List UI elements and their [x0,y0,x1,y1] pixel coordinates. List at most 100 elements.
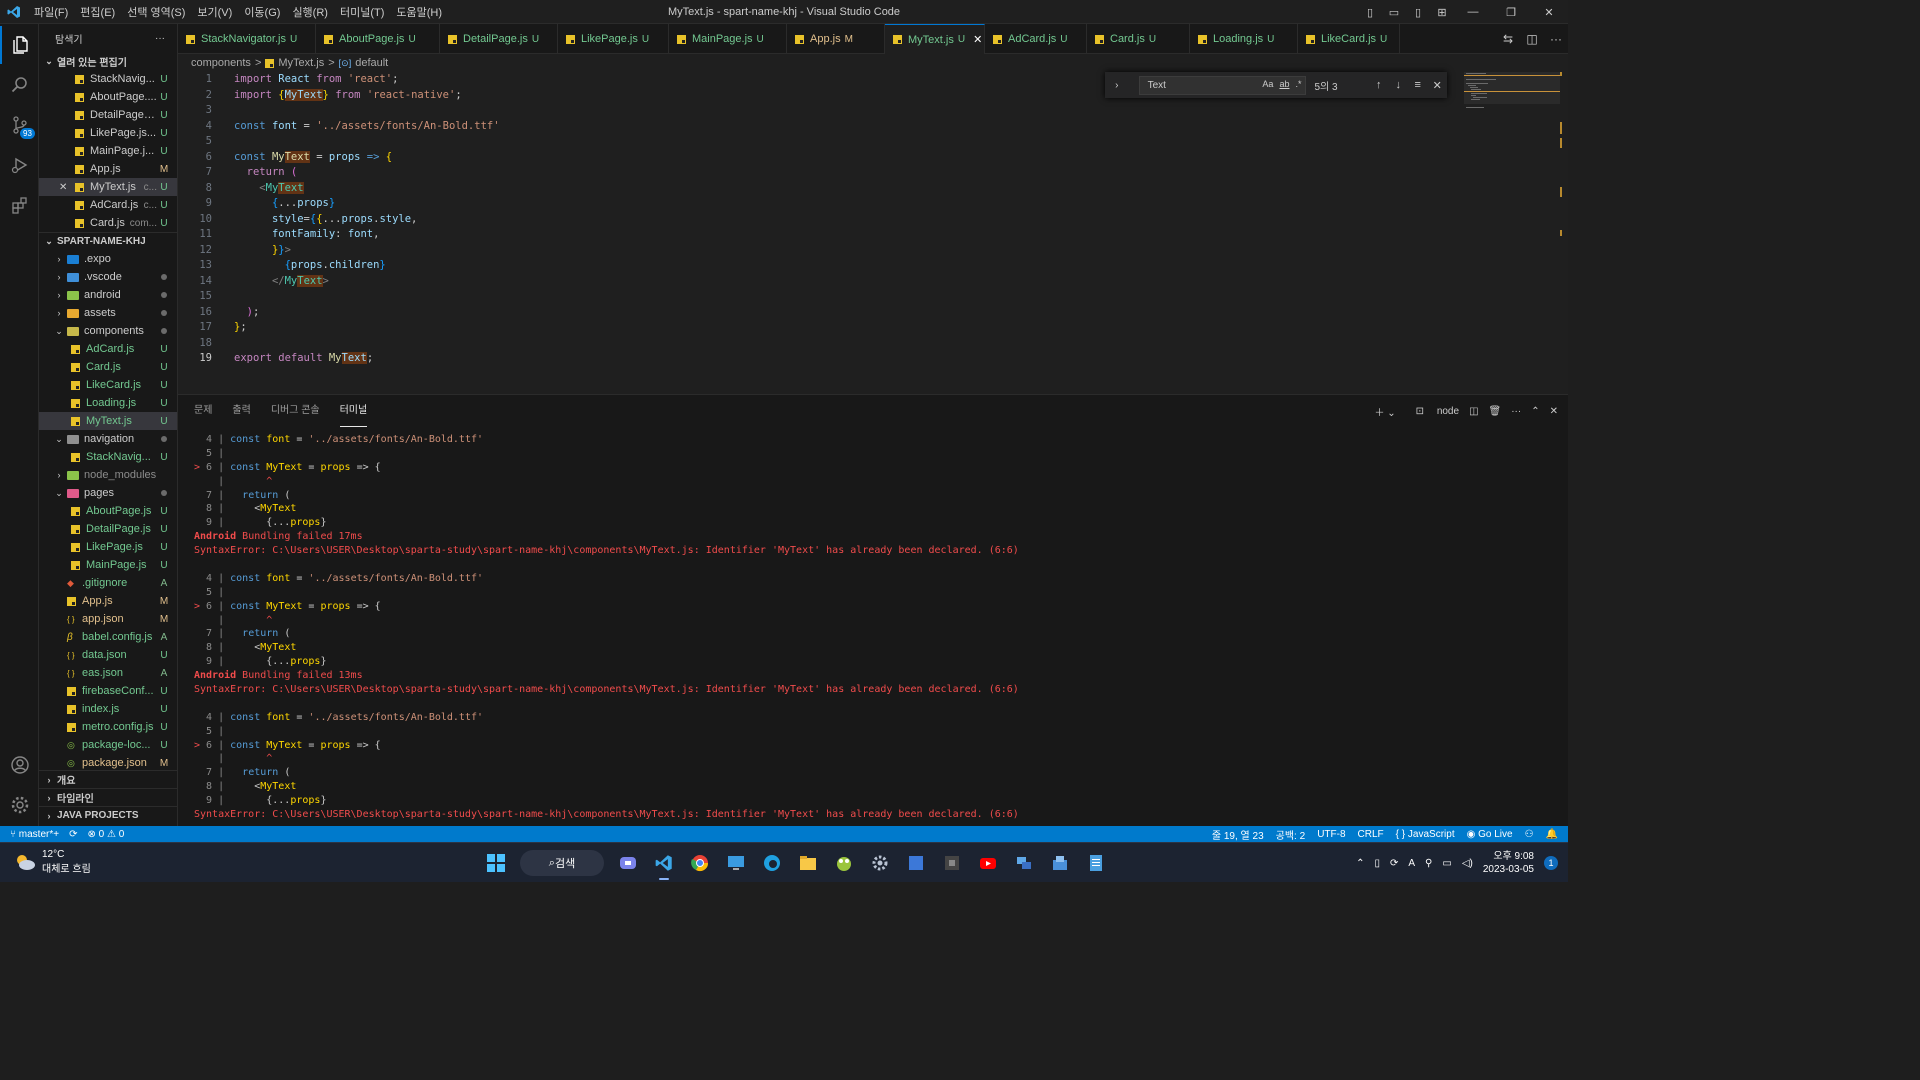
split-editor-icon[interactable]: ◫ [1520,32,1544,46]
app-dark-icon[interactable] [934,843,970,883]
menu-item[interactable]: 보기(V) [191,4,238,20]
open-editor-item[interactable]: DetailPage.j... U [39,106,177,124]
customize-layout-icon[interactable]: ⊞ [1430,0,1454,24]
go-live-button[interactable]: ◉ Go Live [1467,829,1513,840]
open-editor-item[interactable]: AboutPage.... U [39,88,177,106]
accounts-icon[interactable] [0,746,39,784]
menu-item[interactable]: 선택 영역(S) [121,4,191,20]
panel-tab[interactable]: 디버그 콘솔 [271,395,320,427]
panel-tab[interactable]: 출력 [232,395,250,427]
tab-stacknavigator[interactable]: StackNavigator.js U [178,24,316,54]
kill-terminal-trash-icon[interactable]: 🗑 [1489,406,1502,417]
file-item[interactable]: StackNavig... U [39,448,177,466]
tray-display-icon[interactable]: ▭ [1442,858,1451,869]
remote-desktop-icon[interactable] [718,843,754,883]
use-regex-toggle[interactable]: .* [1295,79,1301,89]
cursor-position[interactable]: 줄 19, 열 23 [1212,827,1264,842]
clock[interactable]: 오후 9:08 2023-03-05 [1483,850,1534,876]
open-editor-item[interactable]: StackNavig... U [39,70,177,88]
weather-widget[interactable]: 12°C 대체로 흐림 [14,849,91,875]
folder-item[interactable]: ⌄ navigation [39,430,177,448]
tray-ime-icon[interactable]: A [1408,858,1415,869]
menu-item[interactable]: 이동(G) [238,4,286,20]
sync-icon[interactable]: ⟳ [69,829,77,840]
file-item[interactable]: AdCard.js U [39,340,177,358]
sidebar-section-2[interactable]: › JAVA PROJECTS [39,806,177,824]
close-window-button[interactable]: ✕ [1530,0,1568,24]
app-blue-icon[interactable] [898,843,934,883]
tab-loading[interactable]: Loading.js U [1190,24,1298,54]
teams-chat-icon[interactable] [610,843,646,883]
file-item[interactable]: ◎ package-loc... U [39,736,177,754]
open-editor-item[interactable]: App.js M [39,160,177,178]
panel-tab[interactable]: 문제 [194,395,212,427]
sidebar-section-0[interactable]: › 개요 [39,770,177,788]
start-windows-icon[interactable] [478,843,514,883]
vscode-logo-icon[interactable] [0,0,28,24]
end-of-line[interactable]: CRLF [1358,829,1384,840]
file-item[interactable]: β babel.config.js A [39,628,177,646]
file-item[interactable]: { } eas.json A [39,664,177,682]
tray-volume-icon[interactable]: ◁) [1462,858,1473,869]
explorer-more-icon[interactable]: ··· [155,33,165,44]
sidebar-section-1[interactable]: › 타임라인 [39,788,177,806]
file-item[interactable]: { } data.json U [39,646,177,664]
file-item[interactable]: Loading.js U [39,394,177,412]
open-editor-item[interactable]: AdCard.js c... U [39,196,177,214]
explorer-icon[interactable] [0,26,39,64]
open-editors-section[interactable]: ⌄ 열려 있는 편집기 [39,52,177,70]
run-debug-icon[interactable] [0,146,39,184]
tray-sync-icon[interactable]: ⟳ [1390,858,1398,869]
language-mode[interactable]: { } JavaScript [1396,829,1455,840]
panel-tab[interactable]: 터미널 [339,395,368,427]
menu-item[interactable]: 도움말(H) [390,4,448,20]
close-find-icon[interactable]: ✕ [1428,79,1447,92]
breadcrumb-item[interactable]: default [355,57,388,69]
open-editor-item[interactable]: ✕ MyText.js c... U [39,178,177,196]
toggle-replace-chevron-icon[interactable]: › [1109,80,1125,91]
new-terminal-plus-icon[interactable]: ＋ ⌄ [1374,404,1395,419]
file-item[interactable]: { } app.json M [39,610,177,628]
tab-likecard[interactable]: LikeCard.js U [1298,24,1400,54]
file-item[interactable]: MyText.js U [39,412,177,430]
menu-item[interactable]: 실행(R) [286,4,334,20]
settings-gear-icon[interactable] [862,843,898,883]
close-editor-icon[interactable]: ✕ [59,182,67,193]
indentation[interactable]: 공백: 2 [1276,827,1306,842]
terminal-instance[interactable]: ⊡ node [1406,406,1459,417]
menu-item[interactable]: 터미널(T) [334,4,390,20]
minimap[interactable] [1460,72,1568,394]
menu-item[interactable]: 파일(F) [28,4,74,20]
file-item[interactable]: Card.js U [39,358,177,376]
folder-item[interactable]: › .expo [39,250,177,268]
source-control-icon[interactable]: 93 [0,106,39,144]
extensions-icon[interactable] [0,186,39,224]
panel-more-icon[interactable]: ··· [1511,406,1521,417]
file-item[interactable]: LikePage.js U [39,538,177,556]
tray-usb-icon[interactable]: ▯ [1374,858,1380,869]
tab-likepage[interactable]: LikePage.js U [558,24,669,54]
split-terminal-icon[interactable]: ◫ [1469,406,1478,417]
app-frog-icon[interactable] [826,843,862,883]
code-editor[interactable]: 1 import React from 'react'; 2 import {MyTe… [178,72,1568,394]
project-section[interactable]: ⌄ SPART-NAME-KHJ [39,232,177,250]
menu-item[interactable]: 편집(E) [74,4,121,20]
encoding[interactable]: UTF-8 [1317,829,1345,840]
tab-aboutpage[interactable]: AboutPage.js U [316,24,440,54]
terminal-output[interactable]: 4 | const font = '../assets/fonts/An-Bol… [194,433,1554,822]
match-case-toggle[interactable]: Aa [1262,79,1273,89]
close-panel-icon[interactable]: ✕ [1550,406,1558,417]
previous-match-arrow-up-icon[interactable]: ↑ [1369,79,1388,91]
match-whole-word-toggle[interactable]: ab [1279,79,1289,89]
vscode-taskbar-icon[interactable] [646,843,682,883]
next-match-arrow-down-icon[interactable]: ↓ [1389,79,1408,91]
folder-item[interactable]: ⌄ components [39,322,177,340]
feedback-icon[interactable]: ⚇ [1525,829,1534,840]
folder-item[interactable]: › android [39,286,177,304]
folder-item[interactable]: ⌄ pages [39,484,177,502]
file-item[interactable]: firebaseConf... U [39,682,177,700]
tab-detailpage[interactable]: DetailPage.js U [440,24,558,54]
tab-card[interactable]: Card.js U [1087,24,1190,54]
manage-gear-icon[interactable] [0,786,39,824]
file-item[interactable]: ◆ .gitignore A [39,574,177,592]
